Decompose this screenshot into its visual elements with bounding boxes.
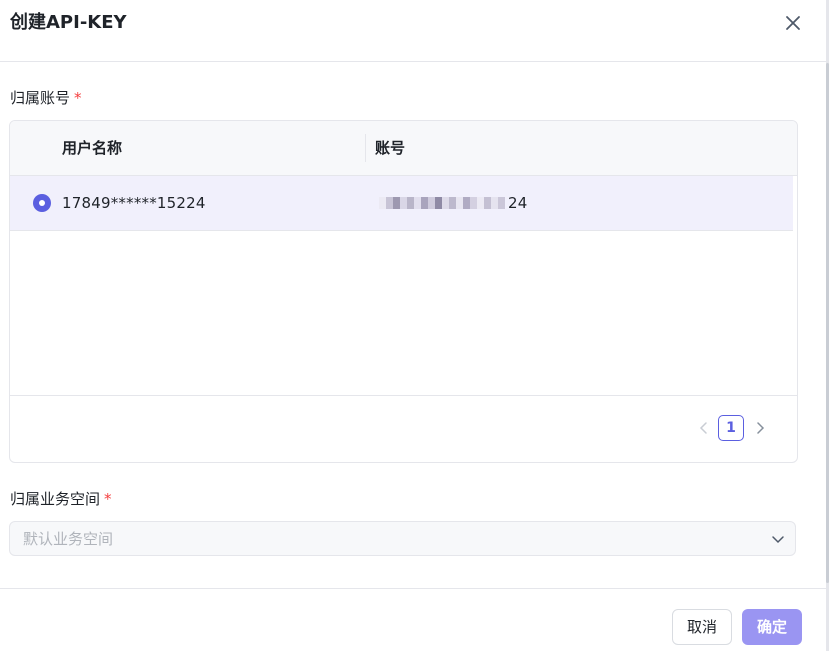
row-account-suffix: 24 [508, 194, 528, 212]
column-header-account: 账号 [375, 139, 406, 157]
workspace-select-placeholder: 默认业务空间 [23, 530, 114, 548]
pagination-next-button[interactable] [752, 418, 768, 438]
create-api-key-dialog: 创建API-KEY 归属账号 * 用户名称 账号 17849******15224… [0, 0, 829, 652]
chevron-left-icon [699, 422, 707, 434]
blurred-account-mosaic [379, 197, 505, 209]
required-mark: * [104, 490, 112, 508]
cancel-button[interactable]: 取消 [672, 609, 732, 645]
workspace-select[interactable]: 默认业务空间 [9, 521, 796, 556]
workspace-field-label: 归属业务空间 * [10, 489, 112, 509]
pagination-page-1[interactable]: 1 [718, 415, 744, 441]
column-header-user-name: 用户名称 [62, 139, 123, 157]
account-table: 用户名称 账号 17849******15224 24 1 [9, 120, 798, 463]
row-user-name: 17849******15224 [62, 194, 206, 212]
workspace-label-text: 归属业务空间 [10, 490, 101, 508]
column-divider [365, 134, 366, 162]
pagination-divider [10, 395, 797, 396]
dialog-footer: 取消 确定 [0, 588, 826, 652]
confirm-button[interactable]: 确定 [742, 609, 802, 645]
table-header: 用户名称 账号 [10, 121, 797, 176]
pagination-prev-button[interactable] [696, 418, 712, 438]
account-field-label: 归属账号 * [10, 88, 82, 108]
close-icon [786, 16, 800, 30]
dialog-header: 创建API-KEY [0, 0, 826, 62]
row-radio-selected[interactable] [33, 194, 51, 212]
required-mark: * [74, 89, 82, 107]
dialog-title: 创建API-KEY [10, 12, 127, 33]
table-row[interactable]: 17849******15224 24 [10, 176, 793, 231]
close-button[interactable] [782, 12, 804, 34]
chevron-right-icon [757, 422, 765, 434]
chevron-down-icon [770, 531, 786, 547]
account-label-text: 归属账号 [10, 89, 71, 107]
